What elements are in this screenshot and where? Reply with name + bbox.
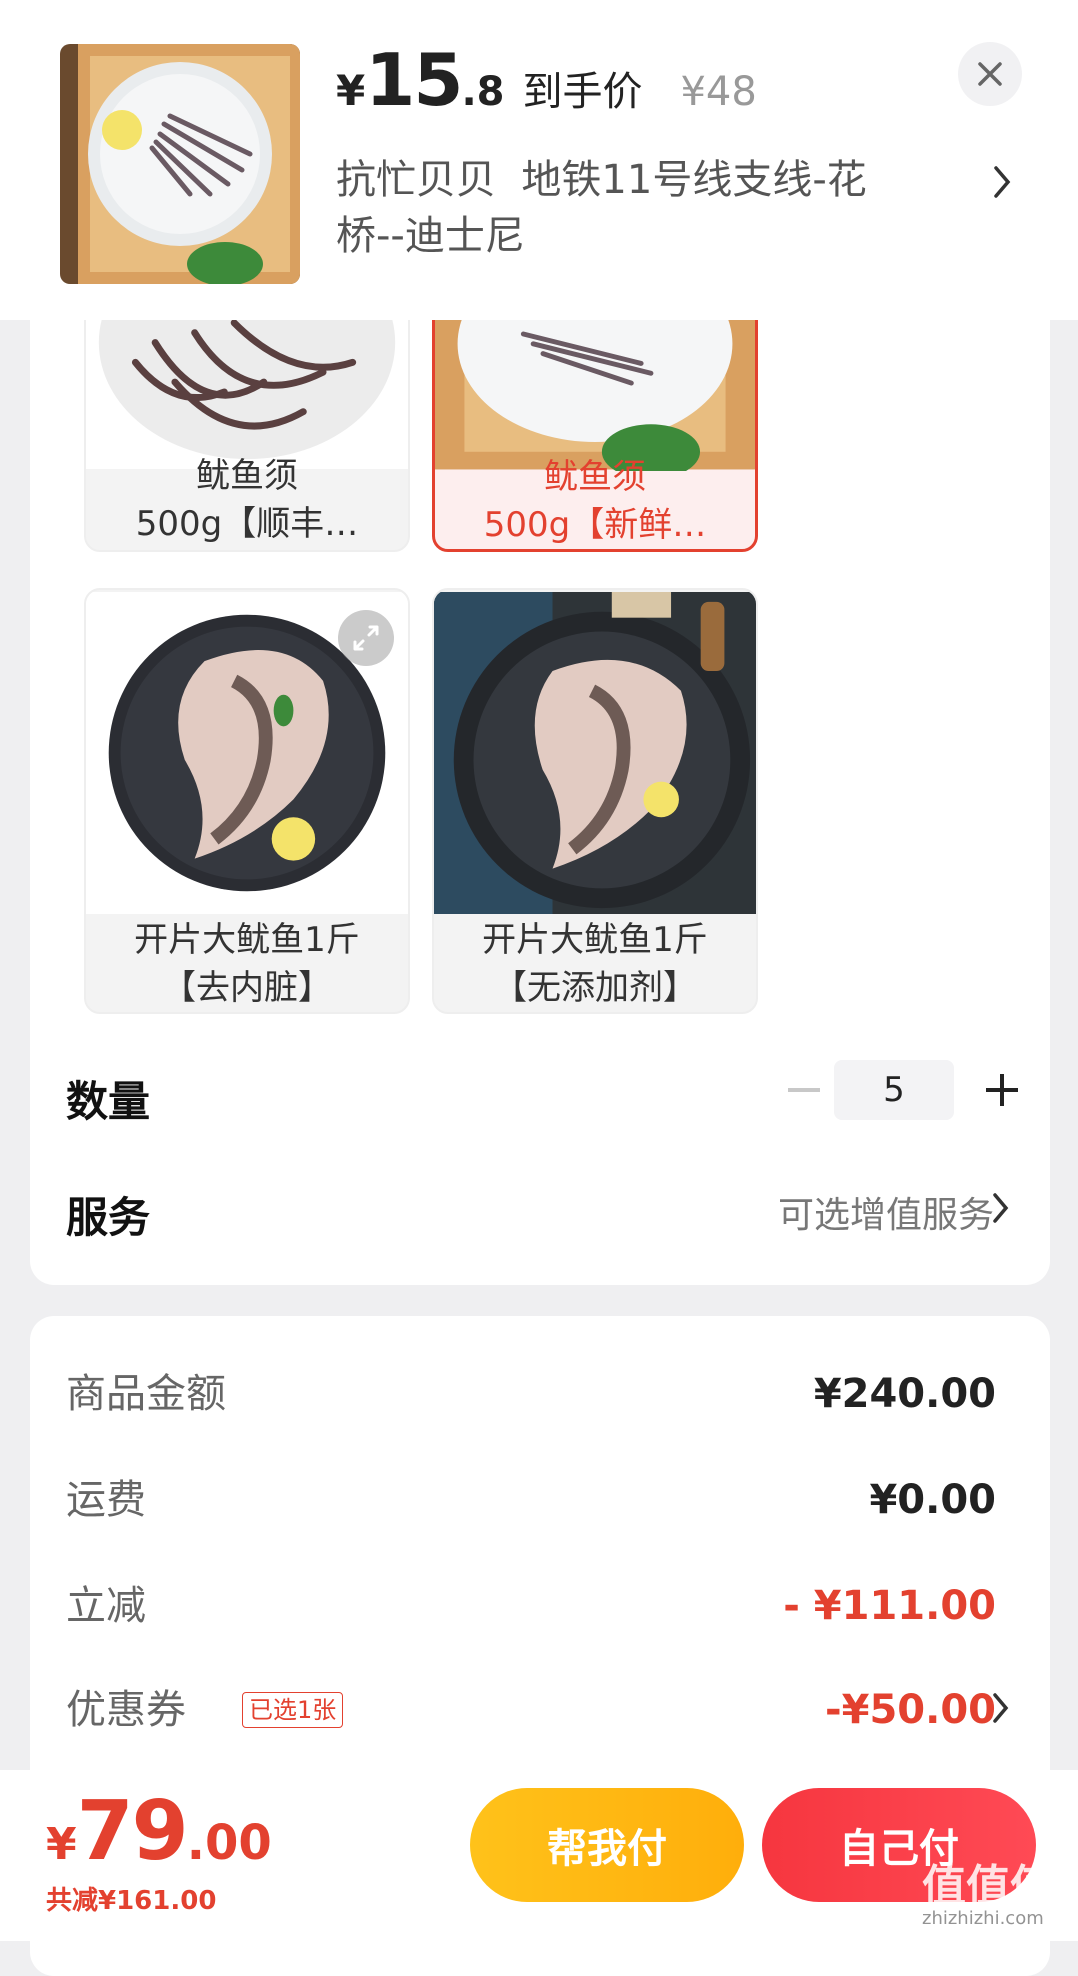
variant-option[interactable]: 开片大鱿鱼1斤 【无添加剂】 <box>432 588 758 1014</box>
goods-amount-value: ¥240.00 <box>813 1371 996 1417</box>
summary-row-discount: 立减 - ¥111.00 <box>66 1576 996 1636</box>
discount-label: 立减 <box>66 1583 146 1629</box>
minus-icon <box>788 1088 820 1092</box>
price-symbol: ¥ <box>336 66 366 115</box>
original-price: ¥48 <box>680 69 757 115</box>
watermark-logo: 值值值 <box>922 1861 1054 1912</box>
goods-amount-label: 商品金额 <box>66 1371 226 1417</box>
close-button[interactable] <box>958 42 1022 106</box>
total-decimal: .00 <box>186 1815 272 1871</box>
quantity-decrease-button[interactable] <box>774 1060 834 1120</box>
variant-label: 开片大鱿鱼1斤 【去内脏】 <box>134 920 360 1008</box>
help-me-pay-button[interactable]: 帮我付 <box>470 1788 744 1902</box>
chevron-right-icon[interactable] <box>990 1690 1012 1726</box>
price-decimal: .8 <box>461 69 505 115</box>
close-icon <box>978 62 1002 86</box>
variant-label: 鱿鱼须 500g【顺丰… <box>135 456 359 544</box>
plus-icon <box>986 1074 1018 1106</box>
spec-card: 鱿鱼须 500g【顺丰… 鱿鱼须 500g【新鲜… 开片大鱿鱼1斤 【去内脏】 … <box>30 320 1050 1285</box>
coupon-value: -¥50.00 <box>825 1687 996 1733</box>
discount-value: - ¥111.00 <box>783 1583 996 1629</box>
product-header: ¥ 15 .8 到手价 ¥48 抗忙贝贝 地铁11号线支线-花桥--迪士尼 <box>0 0 1078 320</box>
variant-label: 开片大鱿鱼1斤 【无添加剂】 <box>482 920 708 1008</box>
price-row: ¥ 15 .8 到手价 ¥48 <box>336 38 757 122</box>
watermark-url: zhizhizhi.com <box>922 1908 1044 1929</box>
total-integer: 79 <box>76 1784 189 1879</box>
shipping-value: ¥0.00 <box>869 1477 996 1523</box>
quantity-input[interactable]: 5 <box>834 1060 954 1120</box>
variant-option[interactable]: 鱿鱼须 500g【顺丰… <box>84 320 410 552</box>
total-symbol: ¥ <box>46 1819 77 1870</box>
chevron-right-icon[interactable] <box>990 1190 1012 1226</box>
service-label: 服务 <box>66 1193 151 1242</box>
total-saved: 共减¥161.00 <box>46 1886 217 1916</box>
service-value[interactable]: 可选增值服务 <box>778 1186 994 1238</box>
summary-row-goods: 商品金额 ¥240.00 <box>66 1364 996 1424</box>
coupon-label: 优惠券 <box>66 1687 186 1733</box>
price-integer: 15 <box>365 38 463 122</box>
delivery-address[interactable]: 抗忙贝贝 地铁11号线支线-花桥--迪士尼 <box>336 152 916 264</box>
variant-label: 鱿鱼须 500g【新鲜… <box>483 457 707 545</box>
checkout-bar: ¥ 79 .00 共减¥161.00 帮我付 自己付 <box>0 1770 1078 1941</box>
quantity-increase-button[interactable] <box>972 1060 1032 1120</box>
variant-option[interactable]: 开片大鱿鱼1斤 【去内脏】 <box>84 588 410 1014</box>
shipping-label: 运费 <box>66 1477 146 1523</box>
product-thumbnail[interactable] <box>60 44 300 284</box>
quantity-label: 数量 <box>66 1077 151 1126</box>
expand-image-icon[interactable] <box>338 610 394 666</box>
total-price: ¥ 79 .00 <box>46 1784 272 1879</box>
chevron-right-icon[interactable] <box>990 162 1014 202</box>
variant-option-selected[interactable]: 鱿鱼须 500g【新鲜… <box>432 320 758 552</box>
summary-row-shipping: 运费 ¥0.00 <box>66 1470 996 1530</box>
price-label: 到手价 <box>522 69 643 115</box>
summary-row-coupon[interactable]: 优惠券 已选1张 -¥50.00 <box>66 1680 996 1740</box>
coupon-selected-badge: 已选1张 <box>242 1692 344 1728</box>
